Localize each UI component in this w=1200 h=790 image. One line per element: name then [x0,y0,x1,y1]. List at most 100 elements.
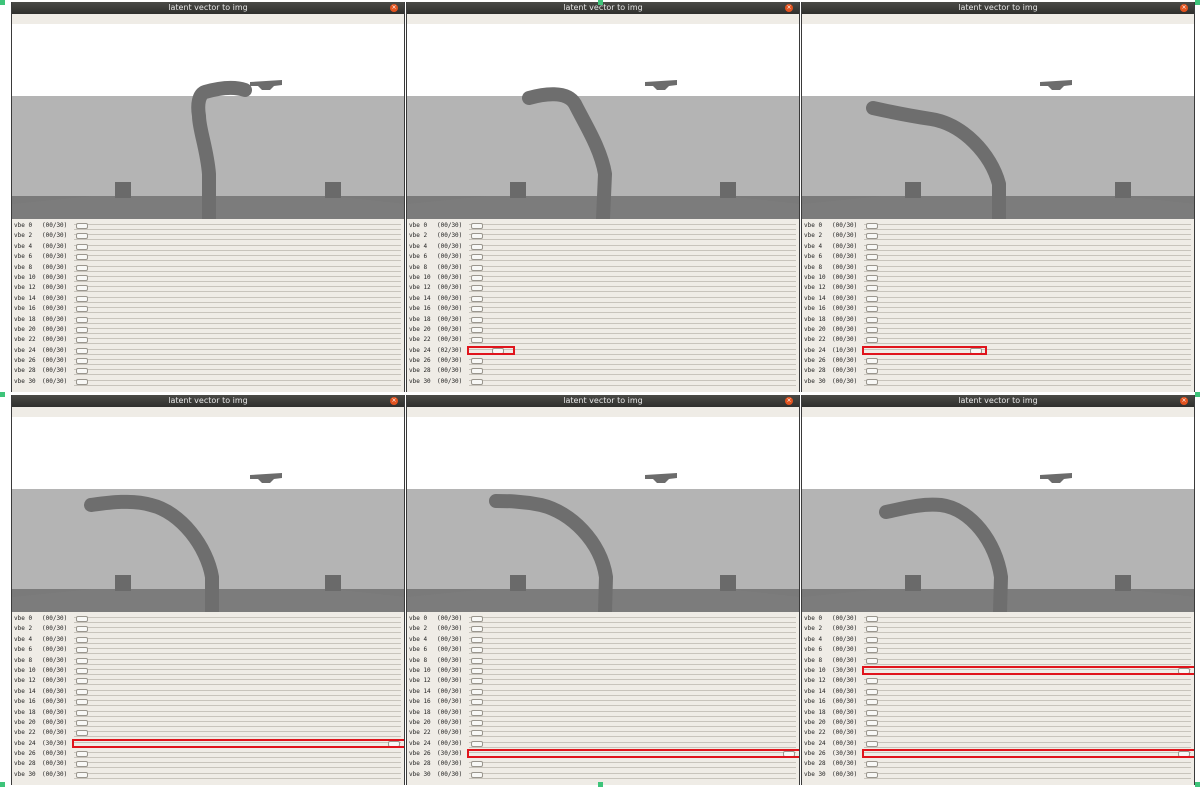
slider-thumb[interactable] [76,719,88,726]
slider-track[interactable] [469,658,796,665]
slider-track[interactable] [74,265,401,272]
slider-thumb[interactable] [76,223,88,229]
slider-track[interactable] [864,617,1191,623]
slider-thumb[interactable] [76,295,88,302]
slider-track[interactable] [864,234,1191,241]
slider-thumb[interactable] [866,378,878,385]
slider-track[interactable] [469,327,796,334]
slider-track[interactable] [864,648,1191,655]
slider-thumb[interactable] [866,326,878,333]
slider-track[interactable] [74,752,401,759]
slider-track[interactable] [469,679,796,686]
close-icon[interactable]: × [1180,397,1188,405]
slider-track[interactable] [74,637,401,644]
slider-track[interactable] [74,617,401,623]
window-titlebar[interactable]: latent vector to img × [12,395,404,407]
close-icon[interactable]: × [785,397,793,405]
slider-thumb[interactable] [471,771,483,778]
slider-track[interactable] [74,627,401,634]
slider-thumb[interactable] [866,709,878,716]
slider-thumb[interactable] [471,358,483,365]
slider-thumb[interactable] [866,274,878,281]
slider-thumb[interactable] [471,306,483,313]
slider-thumb[interactable] [866,295,878,302]
slider-thumb[interactable] [866,358,878,365]
slider-track[interactable] [74,317,401,324]
slider-track[interactable] [864,359,1191,366]
slider-thumb[interactable] [471,233,483,240]
slider-track[interactable] [74,307,401,314]
slider-track[interactable] [864,679,1191,686]
slider-track[interactable] [864,338,1191,345]
slider-track[interactable] [74,286,401,293]
window-titlebar[interactable]: latent vector to img × [407,395,799,407]
slider-track[interactable] [864,720,1191,727]
selection-handle[interactable] [1195,392,1200,397]
slider-track[interactable] [469,741,796,748]
slider-thumb[interactable] [76,667,88,674]
slider-track[interactable] [74,359,401,366]
slider-thumb[interactable] [866,626,878,633]
selection-handle[interactable] [0,782,5,787]
slider-thumb[interactable] [76,647,88,654]
slider-track[interactable] [469,317,796,324]
slider-thumb[interactable] [76,657,88,664]
slider-track[interactable] [864,741,1191,748]
slider-track[interactable] [74,379,401,386]
slider-thumb[interactable] [471,688,483,695]
slider-track[interactable] [74,720,401,727]
slider-thumb[interactable] [471,326,483,333]
slider-track[interactable] [864,700,1191,707]
slider-track[interactable] [74,648,401,655]
slider-track[interactable] [864,255,1191,262]
slider-track[interactable] [864,627,1191,634]
slider-track[interactable] [469,648,796,655]
selection-handle[interactable] [1195,0,1200,5]
slider-thumb[interactable] [866,771,878,778]
slider-thumb[interactable] [471,636,483,643]
slider-track[interactable] [469,348,796,355]
slider-track[interactable] [864,369,1191,376]
slider-thumb[interactable] [76,285,88,292]
slider-thumb[interactable] [471,740,483,747]
slider-track[interactable] [469,338,796,345]
slider-track[interactable] [864,307,1191,314]
slider-track[interactable] [74,338,401,345]
slider-track[interactable] [74,679,401,686]
slider-track[interactable] [469,637,796,644]
slider-track[interactable] [469,359,796,366]
slider-thumb[interactable] [76,626,88,633]
slider-thumb[interactable] [76,616,88,622]
slider-thumb[interactable] [471,761,483,768]
slider-track[interactable] [469,720,796,727]
slider-thumb[interactable] [471,223,483,229]
close-icon[interactable]: × [1180,4,1188,12]
slider-thumb[interactable] [76,306,88,313]
slider-thumb[interactable] [471,316,483,323]
slider-track[interactable] [469,772,796,779]
selection-handle[interactable] [598,782,603,787]
slider-track[interactable] [864,658,1191,665]
slider-thumb[interactable] [471,295,483,302]
slider-track[interactable] [469,689,796,696]
selection-handle[interactable] [0,0,5,5]
slider-thumb[interactable] [76,243,88,250]
slider-thumb[interactable] [471,285,483,292]
slider-track[interactable] [864,710,1191,717]
slider-track[interactable] [74,689,401,696]
slider-thumb[interactable] [866,264,878,271]
slider-track[interactable] [74,296,401,303]
slider-track[interactable] [74,348,401,355]
slider-thumb[interactable] [866,719,878,726]
slider-track[interactable] [74,255,401,262]
slider-track[interactable] [469,762,796,769]
slider-track[interactable] [864,327,1191,334]
slider-track[interactable] [469,700,796,707]
window-titlebar[interactable]: latent vector to img × [802,395,1194,407]
slider-thumb[interactable] [76,761,88,768]
slider-track[interactable] [469,286,796,293]
slider-thumb[interactable] [471,678,483,685]
slider-thumb[interactable] [866,730,878,737]
close-icon[interactable]: × [785,4,793,12]
slider-track[interactable] [74,700,401,707]
